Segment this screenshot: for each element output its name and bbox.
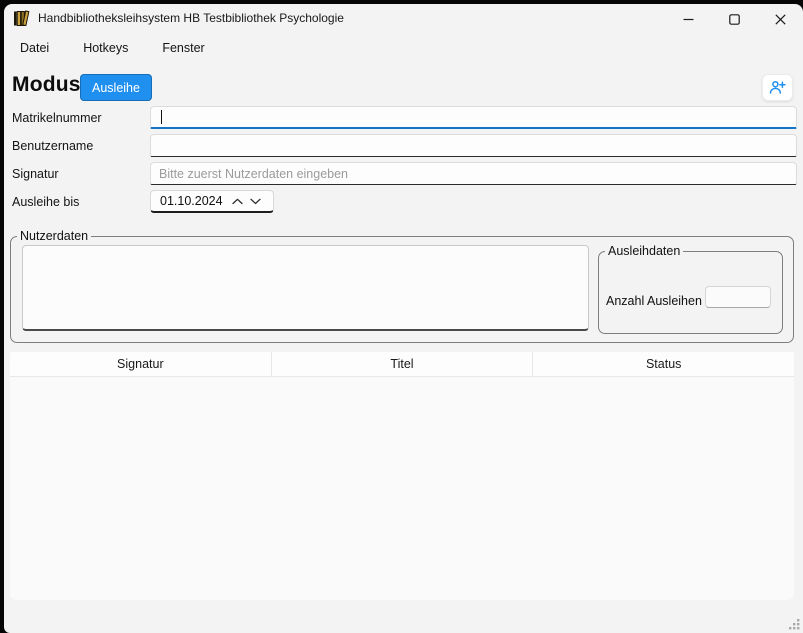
add-user-button[interactable] [762, 74, 793, 101]
close-button[interactable] [757, 4, 803, 34]
maximize-button[interactable] [711, 4, 757, 34]
signatur-placeholder: Bitte zuerst Nutzerdaten eingeben [159, 167, 348, 181]
menu-fenster[interactable]: Fenster [160, 38, 206, 58]
menubar: Datei Hotkeys Fenster [18, 36, 237, 60]
label-ausleihe-bis: Ausleihe bis [12, 194, 79, 210]
app-window: Handbibliotheksleihsystem HB Testbibliot… [4, 4, 803, 633]
chevron-up-icon [232, 198, 243, 205]
titlebar: Handbibliotheksleihsystem HB Testbibliot… [4, 4, 803, 32]
window-title: Handbibliotheksleihsystem HB Testbibliot… [38, 11, 344, 25]
mode-ausleihe-button[interactable]: Ausleihe [80, 74, 152, 101]
signatur-input[interactable]: Bitte zuerst Nutzerdaten eingeben [150, 162, 797, 185]
mode-heading: Modus [12, 73, 81, 97]
books-shelf-icon [13, 10, 30, 27]
text-caret [161, 110, 162, 124]
person-add-icon [769, 80, 786, 95]
table-header-titel[interactable]: Titel [272, 352, 534, 376]
close-icon [775, 14, 786, 25]
date-increment-button[interactable] [228, 191, 246, 211]
date-decrement-button[interactable] [246, 191, 264, 211]
label-signatur: Signatur [12, 166, 59, 182]
label-benutzername: Benutzername [12, 138, 93, 154]
menu-hotkeys[interactable]: Hotkeys [81, 38, 130, 58]
nutzerdaten-legend: Nutzerdaten [17, 229, 91, 243]
window-controls [665, 4, 803, 34]
chevron-down-icon [250, 198, 261, 205]
menu-datei[interactable]: Datei [18, 38, 51, 58]
minimize-button[interactable] [665, 4, 711, 34]
table-body-empty [10, 377, 794, 600]
table-header-signatur[interactable]: Signatur [10, 352, 272, 376]
anzahl-ausleihen-label: Anzahl Ausleihen [606, 294, 702, 308]
matrikelnummer-input[interactable] [150, 106, 797, 129]
label-matrikelnummer: Matrikelnummer [12, 110, 102, 126]
ausleihe-bis-date-input[interactable]: 01.10.2024 [150, 190, 274, 213]
maximize-icon [729, 14, 740, 25]
table-header-row: Signatur Titel Status [10, 352, 794, 377]
date-value: 01.10.2024 [160, 194, 228, 208]
minimize-icon [683, 14, 694, 25]
anzahl-ausleihen-input[interactable] [705, 286, 771, 308]
benutzername-input[interactable] [150, 134, 797, 157]
nutzerdaten-textarea[interactable] [22, 245, 589, 331]
table-header-status[interactable]: Status [533, 352, 794, 376]
ausleihdaten-legend: Ausleihdaten [605, 244, 683, 258]
resize-grip[interactable] [787, 617, 801, 631]
